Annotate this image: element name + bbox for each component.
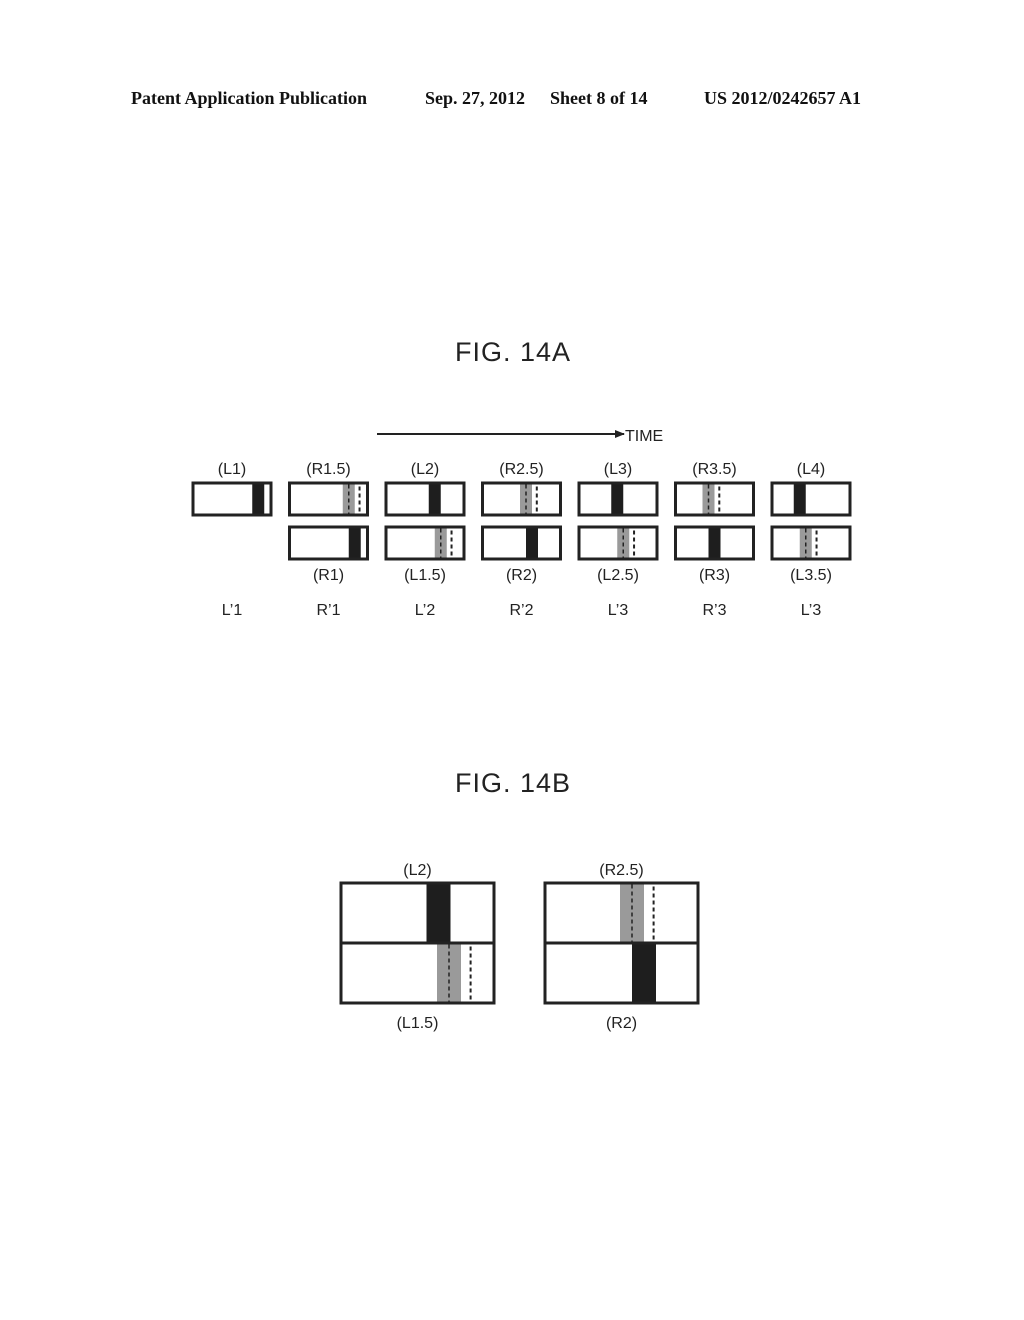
frame-bottom-label: (R1) — [313, 567, 344, 584]
output-frame-label: L’2 — [415, 602, 436, 619]
fig-14b-panel: (R2.5) (R2) — [543, 862, 700, 1032]
fig-14a-column: (R2.5) (R2) R’2 — [481, 461, 562, 619]
frame-bottom-black-bar — [526, 528, 538, 558]
fig-14a-column: (L2) (L1.5) L’2 — [384, 461, 466, 619]
frame-top-box — [288, 481, 369, 517]
output-frame-label: L’3 — [608, 602, 629, 619]
frame-top-label: (L4) — [797, 461, 825, 478]
fig-14b-panel: (L2) (L1.5) — [339, 862, 496, 1032]
frame-top-box — [770, 481, 852, 517]
panel-bottom-label: (R2) — [606, 1015, 637, 1032]
fig-14a-column: (R3.5) (R3) R’3 — [674, 461, 755, 619]
output-frame-label: R’2 — [509, 602, 533, 619]
figure-canvas: TIME (L1) L’1 (R1.5) (R1) R’1 (L2) (L1.5) L’2 (R… — [191, 428, 852, 1032]
fig-14a: (L1)L’1(R1.5)(R1)R’1(L2)(L1.5)L’2(R2.5)(… — [191, 461, 852, 619]
output-frame-label: R’1 — [316, 602, 340, 619]
frame-top-label: (R1.5) — [306, 461, 350, 478]
frame-bottom-black-bar — [348, 528, 361, 558]
fig-14a-column: (L3) (L2.5) L’3 — [577, 461, 659, 619]
fig-14a-column: (R1.5) (R1) R’1 — [288, 461, 369, 619]
frame-top-black-bar — [793, 484, 806, 514]
frame-top-label: (L3) — [604, 461, 632, 478]
time-label: TIME — [625, 428, 663, 445]
frame-bottom-label: (L1.5) — [404, 567, 446, 584]
frame-top-box — [384, 481, 466, 517]
fig-14b: (L2) (L1.5) (R2.5) (R2) — [339, 862, 700, 1032]
frame-bottom-label: (L3.5) — [790, 567, 832, 584]
frame-top-label: (R2.5) — [499, 461, 543, 478]
frame-top-black-bar — [611, 484, 624, 514]
panel-top-black-bar — [426, 884, 451, 942]
frame-top-label: (L2) — [411, 461, 439, 478]
fig-14a-column: (L1) L’1 — [191, 461, 273, 619]
output-frame-label: L’3 — [801, 602, 822, 619]
frame-top-label: (R3.5) — [692, 461, 736, 478]
frame-top-label: (L1) — [218, 461, 246, 478]
panel-bottom-label: (L1.5) — [397, 1015, 439, 1032]
frame-bottom-black-bar — [708, 528, 721, 558]
frame-bottom-label: (R2) — [506, 567, 537, 584]
frame-bottom-label: (R3) — [699, 567, 730, 584]
frame-top-black-bar — [428, 484, 441, 514]
frame-bottom-box — [481, 525, 562, 561]
panel-top-label: (R2.5) — [599, 862, 643, 879]
frame-top-black-bar — [252, 484, 265, 514]
output-frame-label: R’3 — [702, 602, 726, 619]
panel-top-label: (L2) — [403, 862, 431, 879]
output-frame-label: L’1 — [222, 602, 243, 619]
panel-bottom-black-bar — [632, 944, 656, 1002]
frame-bottom-label: (L2.5) — [597, 567, 639, 584]
fig-14a-column: (L4) (L3.5) L’3 — [770, 461, 852, 619]
